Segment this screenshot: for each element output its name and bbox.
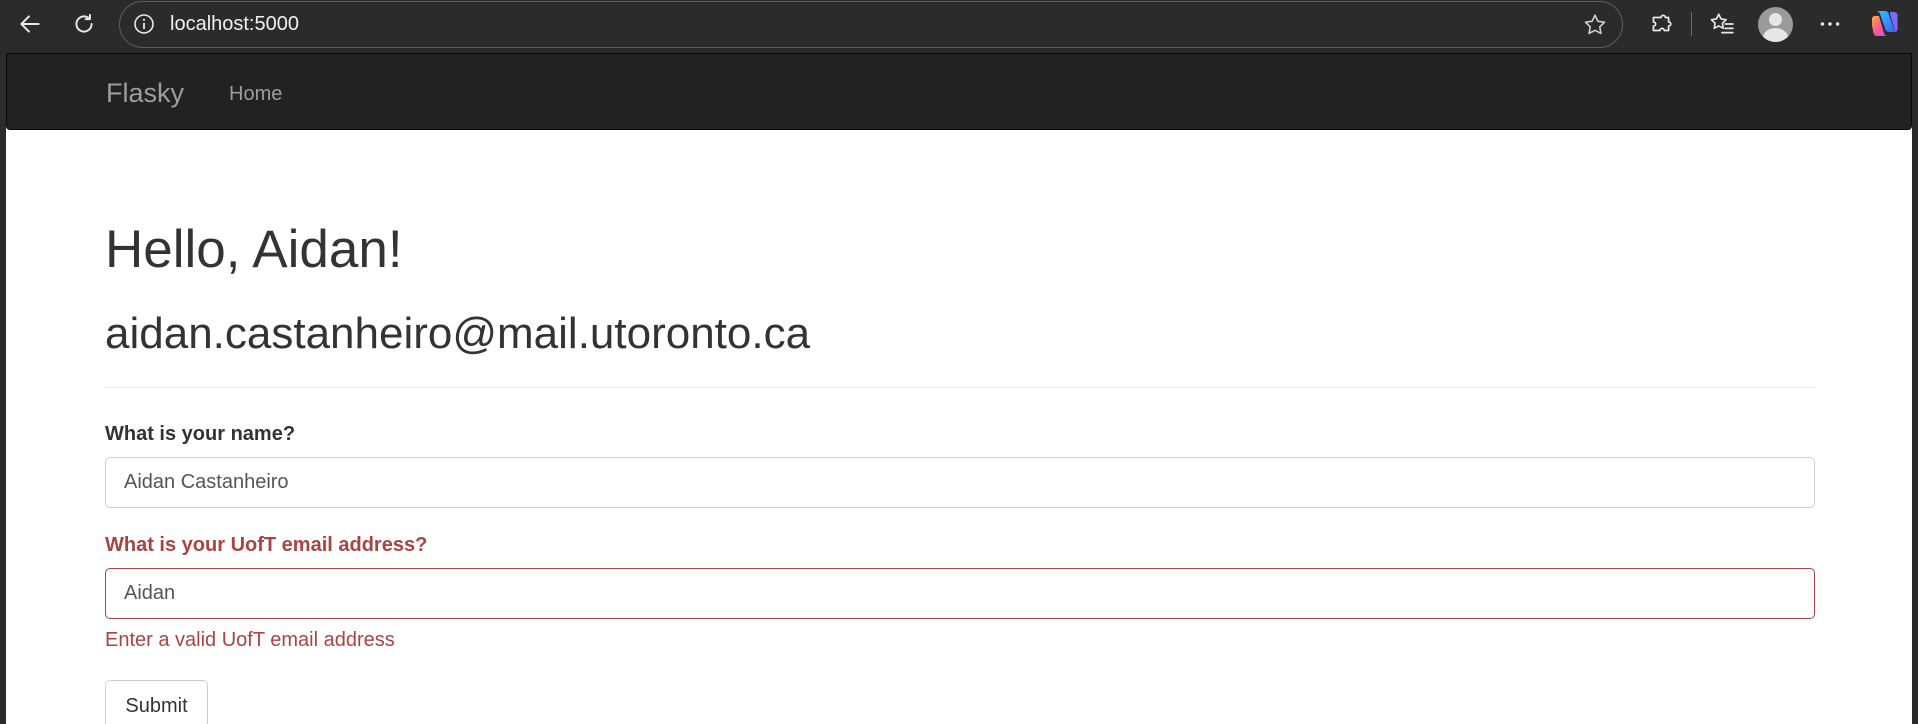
extensions-button[interactable] xyxy=(1641,6,1681,42)
user-email-heading: aidan.castanheiro@mail.utoronto.ca xyxy=(105,309,811,358)
more-icon xyxy=(1820,22,1840,26)
name-input[interactable] xyxy=(105,457,1815,508)
nav-link-home[interactable]: Home xyxy=(229,83,282,106)
navbar-brand[interactable]: Flasky xyxy=(106,78,184,109)
divider xyxy=(105,387,1815,388)
more-button[interactable] xyxy=(1810,6,1850,42)
address-bar[interactable]: localhost:5000 xyxy=(119,1,1623,48)
puzzle-icon xyxy=(1652,14,1672,32)
page-title: Hello, Aidan! xyxy=(105,220,403,279)
back-arrow-icon xyxy=(20,15,40,33)
submit-button[interactable]: Submit xyxy=(105,680,208,724)
reload-icon xyxy=(75,13,93,33)
copilot-icon[interactable] xyxy=(1868,7,1902,41)
url-text[interactable]: localhost:5000 xyxy=(170,13,299,36)
email-label: What is your UofT email address? xyxy=(105,534,428,556)
email-error-message: Enter a valid UofT email address xyxy=(105,629,395,651)
back-button[interactable] xyxy=(10,6,50,42)
page-viewport: Flasky Home Hello, Aidan! aidan.castanhe… xyxy=(6,53,1912,724)
toolbar-divider xyxy=(1691,12,1692,36)
star-icon[interactable] xyxy=(1582,12,1608,38)
name-label: What is your name? xyxy=(105,423,296,445)
favorites-icon xyxy=(1710,13,1734,34)
navbar: Flasky Home xyxy=(6,53,1912,130)
favorites-button[interactable] xyxy=(1702,6,1742,42)
browser-toolbar: localhost:5000 xyxy=(0,0,1918,53)
info-icon[interactable] xyxy=(132,12,156,36)
avatar[interactable] xyxy=(1758,7,1793,42)
email-input[interactable] xyxy=(105,568,1815,619)
reload-button[interactable] xyxy=(64,6,104,42)
